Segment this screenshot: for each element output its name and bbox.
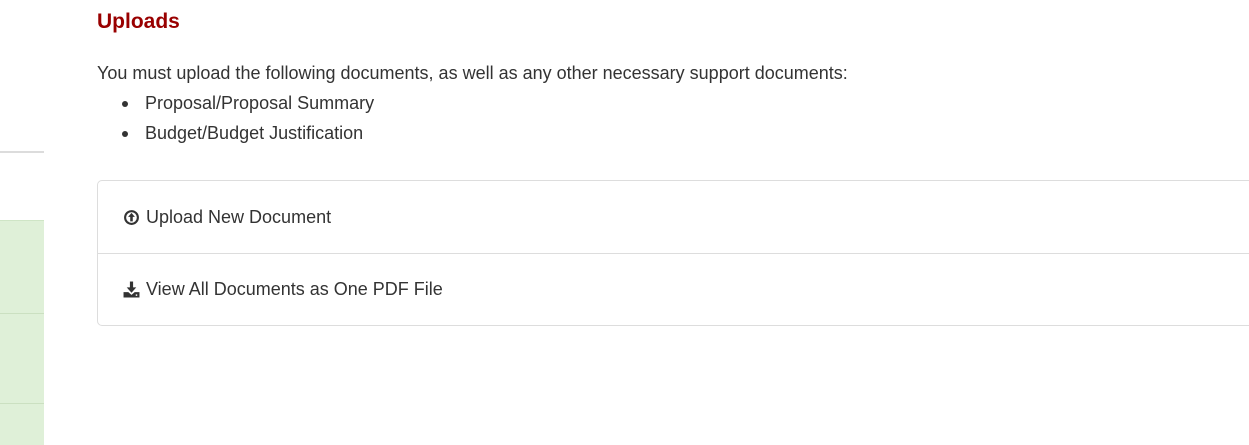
list-item: Budget/Budget Justification <box>97 118 374 148</box>
sidebar-row-divider <box>0 313 44 314</box>
view-all-documents-pdf-button[interactable]: View All Documents as One PDF File <box>98 253 1249 325</box>
list-item-label: Budget/Budget Justification <box>145 123 364 143</box>
sidebar-fragment <box>0 0 44 445</box>
sidebar-highlighted-items[interactable] <box>0 220 44 445</box>
sidebar-divider <box>0 151 44 153</box>
upload-actions-list: Upload New Document View All Documents a… <box>97 180 1249 326</box>
list-item-label: Proposal/Proposal Summary <box>145 93 375 113</box>
upload-instructions: You must upload the following documents,… <box>97 63 848 83</box>
sidebar-row-divider <box>0 403 44 404</box>
upload-new-document-button[interactable]: Upload New Document <box>98 181 1249 253</box>
action-label: View All Documents as One PDF File <box>146 279 443 299</box>
download-icon <box>123 281 140 298</box>
bullet-icon <box>122 101 128 107</box>
list-item: Proposal/Proposal Summary <box>97 88 374 118</box>
page: Uploads You must upload the following do… <box>0 0 1249 445</box>
bullet-icon <box>122 131 128 137</box>
section-title: Uploads <box>97 10 180 33</box>
required-documents-list: Proposal/Proposal Summary Budget/Budget … <box>97 88 374 148</box>
upload-circle-icon <box>123 209 140 226</box>
action-label: Upload New Document <box>146 206 332 227</box>
